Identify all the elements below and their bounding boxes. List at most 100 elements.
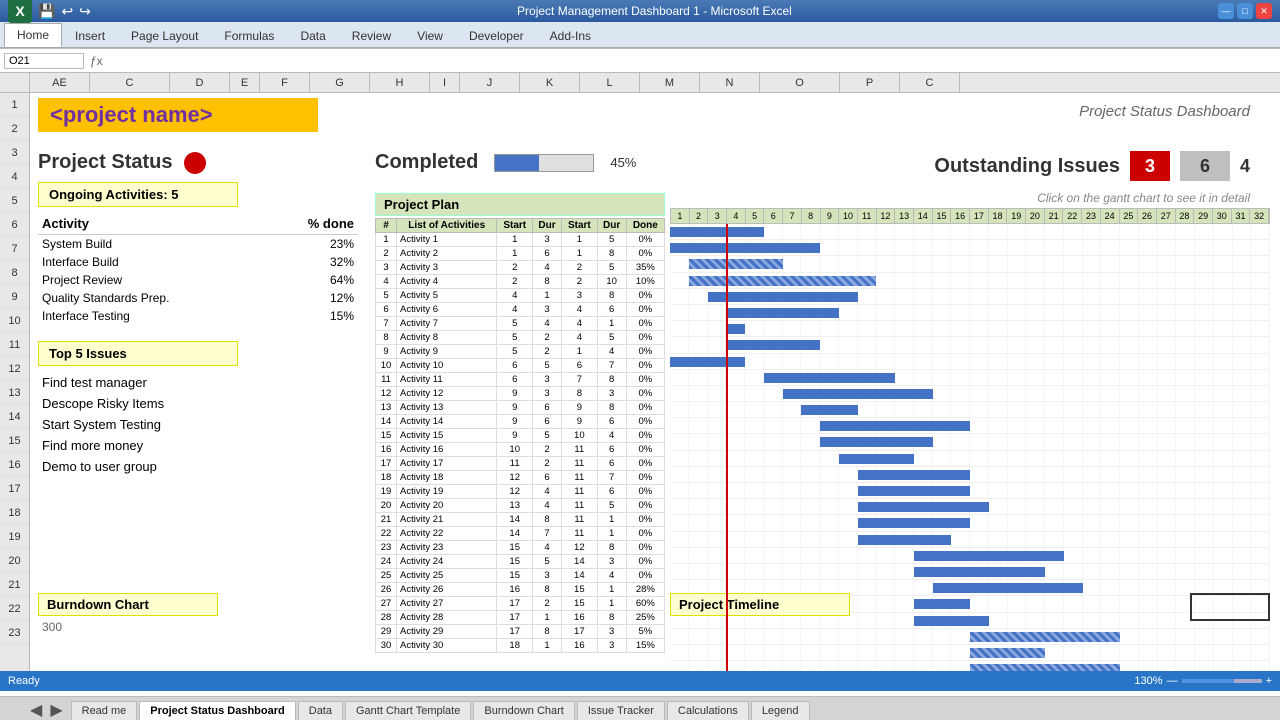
sheet-nav-prev[interactable]: ◀ (30, 700, 42, 720)
row-num-11[interactable]: 11 (0, 333, 29, 357)
row-num-4[interactable]: 4 (0, 165, 29, 189)
sheet-tab-gantt-chart-template[interactable]: Gantt Chart Template (345, 701, 471, 720)
timeline-selection-box[interactable] (1190, 593, 1270, 621)
col-header-L[interactable]: L (580, 73, 640, 92)
project-name-cell[interactable]: <project name> (38, 98, 318, 132)
gantt-row-18[interactable] (670, 515, 1270, 531)
row-num-18[interactable]: 18 (0, 501, 29, 525)
col-header-M[interactable]: M (640, 73, 700, 92)
row-num-17[interactable]: 17 (0, 477, 29, 501)
gantt-row-13[interactable] (670, 434, 1270, 450)
gantt-row-20[interactable] (670, 548, 1270, 564)
maximize-button[interactable]: □ (1237, 3, 1253, 19)
gantt-row-9[interactable] (670, 370, 1270, 386)
ribbon-tab-insert[interactable]: Insert (62, 24, 118, 47)
row-num-21[interactable]: 21 (0, 573, 29, 597)
gantt-row-7[interactable] (670, 337, 1270, 353)
minimize-button[interactable]: — (1218, 3, 1234, 19)
col-header-O[interactable]: O (760, 73, 840, 92)
col-header-E[interactable]: E (230, 73, 260, 92)
formula-input[interactable] (109, 54, 1276, 68)
sheet-tab-calculations[interactable]: Calculations (667, 701, 749, 720)
col-header-J[interactable]: J (460, 73, 520, 92)
gantt-row-4[interactable] (670, 289, 1270, 305)
quick-access-redo[interactable]: ↪ (79, 3, 91, 20)
sheet-tab-project-status-dashboard[interactable]: Project Status Dashboard (139, 701, 295, 720)
sheet-tab-burndown-chart[interactable]: Burndown Chart (473, 701, 575, 720)
row-num-1[interactable]: 1 (0, 93, 29, 117)
gantt-col-3: 3 (708, 209, 727, 223)
gantt-row-11[interactable] (670, 402, 1270, 418)
ribbon-tab-home[interactable]: Home (4, 23, 62, 47)
row-num-2[interactable]: 2 (0, 117, 29, 141)
row-num-3[interactable]: 3 (0, 141, 29, 165)
row-num-19[interactable]: 19 (0, 525, 29, 549)
col-header-P[interactable]: P (840, 73, 900, 92)
col-header-AE[interactable]: AE (30, 73, 90, 92)
sheet-nav-next[interactable]: ▶ (50, 700, 62, 720)
ribbon-tab-review[interactable]: Review (339, 24, 404, 47)
row-num-10[interactable]: 10 (0, 309, 29, 333)
ribbon-tab-data[interactable]: Data (287, 24, 338, 47)
gantt-row-10[interactable] (670, 386, 1270, 402)
zoom-increase[interactable]: + (1266, 675, 1272, 687)
col-header-N[interactable]: N (700, 73, 760, 92)
gantt-row-0[interactable] (670, 224, 1270, 240)
row-num-22[interactable]: 22 (0, 597, 29, 621)
quick-access-undo[interactable]: ↩ (61, 3, 73, 20)
gantt-row-26[interactable] (670, 645, 1270, 661)
row-num-23[interactable]: 23 (0, 621, 29, 645)
row-num-14[interactable]: 14 (0, 405, 29, 429)
row-num-6[interactable]: 6 (0, 213, 29, 237)
col-header-G[interactable]: G (310, 73, 370, 92)
gantt-row-21[interactable] (670, 564, 1270, 580)
cell-reference-box[interactable]: O21 (4, 53, 84, 69)
row-num-5[interactable]: 5 (0, 189, 29, 213)
gantt-row-14[interactable] (670, 451, 1270, 467)
row-num-20[interactable]: 20 (0, 549, 29, 573)
ribbon-tab-formulas[interactable]: Formulas (211, 24, 287, 47)
gantt-col-20: 20 (1026, 209, 1045, 223)
gantt-row-16[interactable] (670, 483, 1270, 499)
sheet-tab-data[interactable]: Data (298, 701, 343, 720)
gantt-row-19[interactable] (670, 532, 1270, 548)
row-num-15[interactable]: 15 (0, 429, 29, 453)
completed-section: Completed 45% (375, 151, 636, 174)
col-header-H[interactable]: H (370, 73, 430, 92)
ribbon-tab-view[interactable]: View (404, 24, 456, 47)
gantt-row-17[interactable] (670, 499, 1270, 515)
gantt-row-8[interactable] (670, 354, 1270, 370)
gantt-row-12[interactable] (670, 418, 1270, 434)
gantt-row-3[interactable] (670, 273, 1270, 289)
col-header-C[interactable]: C (90, 73, 170, 92)
gantt-row-6[interactable] (670, 321, 1270, 337)
close-button[interactable]: ✕ (1256, 3, 1272, 19)
row-num-16[interactable]: 16 (0, 453, 29, 477)
col-header-K[interactable]: K (520, 73, 580, 92)
gantt-row-1[interactable] (670, 240, 1270, 256)
gantt-row-2[interactable] (670, 256, 1270, 272)
row-num-8[interactable]: 8 (0, 261, 29, 285)
zoom-slider[interactable] (1182, 679, 1262, 683)
row-num-9[interactable]: 9 (0, 285, 29, 309)
gantt-row-5[interactable] (670, 305, 1270, 321)
issue-item-1: Descope Risky Items (38, 393, 358, 414)
ribbon-tab-page-layout[interactable]: Page Layout (118, 24, 211, 47)
gantt-area[interactable]: 1234567891011121314151617181920212223242… (670, 208, 1270, 611)
col-header-C[interactable]: C (900, 73, 960, 92)
col-header-D[interactable]: D (170, 73, 230, 92)
col-header-I[interactable]: I (430, 73, 460, 92)
ribbon-tab-developer[interactable]: Developer (456, 24, 537, 47)
quick-access-save[interactable]: 💾 (38, 3, 55, 20)
col-header-F[interactable]: F (260, 73, 310, 92)
row-num-13[interactable]: 13 (0, 381, 29, 405)
sheet-tab-read-me[interactable]: Read me (71, 701, 138, 720)
gantt-row-27[interactable] (670, 661, 1270, 671)
row-num-7[interactable]: 7 (0, 237, 29, 261)
row-num-12[interactable]: 12 (0, 357, 29, 381)
sheet-tab-issue-tracker[interactable]: Issue Tracker (577, 701, 665, 720)
sheet-tab-legend[interactable]: Legend (751, 701, 810, 720)
ribbon-tab-add-ins[interactable]: Add-Ins (537, 24, 604, 47)
gantt-row-15[interactable] (670, 467, 1270, 483)
zoom-decrease[interactable]: — (1167, 675, 1178, 687)
